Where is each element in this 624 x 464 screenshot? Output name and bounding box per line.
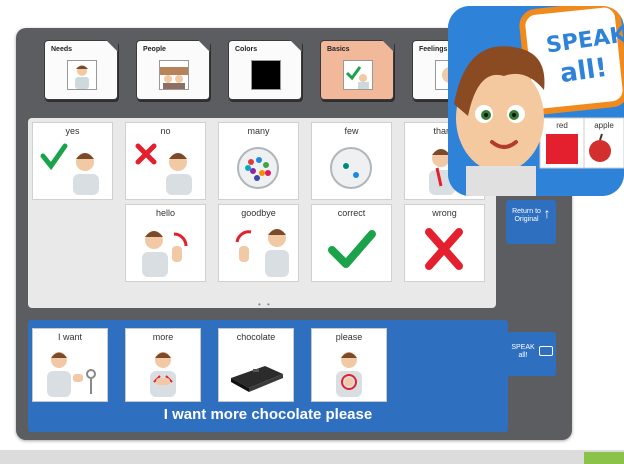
wave-person-icon	[142, 231, 188, 277]
folder-basics[interactable]: Basics	[320, 40, 394, 100]
check-icon	[328, 230, 376, 268]
want-person-icon	[47, 352, 96, 397]
logo-card-label-red: red	[556, 121, 568, 130]
folder-colors[interactable]: Colors	[228, 40, 302, 100]
people-icon	[159, 60, 189, 90]
symbol-many[interactable]: many	[218, 122, 299, 200]
speech-bubble-icon	[538, 346, 553, 356]
symbol-grid: yes no many few thank hello goodbye corr…	[28, 118, 496, 309]
folder-label: People	[143, 46, 166, 53]
sentence-strip[interactable]: I want more chocolate please I want more…	[28, 320, 508, 432]
cross-person-icon	[135, 143, 192, 195]
symbol-label: hello	[155, 208, 175, 218]
sentence-word-i-want[interactable]: I want	[32, 328, 108, 402]
symbol-label: chocolate	[236, 332, 276, 342]
symbol-label: many	[247, 126, 270, 136]
check-person-icon	[343, 60, 373, 90]
return-label: Return to Original	[512, 208, 541, 223]
symbol-wrong[interactable]: wrong	[404, 204, 485, 282]
symbol-label: please	[335, 332, 363, 342]
speak-all-button[interactable]: SPEAK all!	[506, 332, 556, 376]
check-person-icon	[40, 143, 99, 195]
bottom-bar	[0, 450, 624, 464]
symbol-no[interactable]: no	[125, 122, 206, 200]
symbol-label: wrong	[432, 208, 457, 218]
folder-needs[interactable]: Needs	[44, 40, 118, 100]
symbol-label: more	[152, 332, 174, 342]
black-square-icon	[251, 60, 281, 90]
person-icon	[67, 60, 97, 90]
chocolate-icon	[231, 366, 283, 392]
bottom-accent	[584, 452, 624, 464]
sentence-text: I want more chocolate please	[163, 406, 373, 423]
symbol-label: goodbye	[241, 208, 276, 218]
symbol-yes[interactable]: yes	[32, 122, 113, 200]
folder-people[interactable]: People	[136, 40, 210, 100]
more-person-icon	[150, 352, 176, 397]
symbol-hello[interactable]: hello	[125, 204, 206, 282]
symbol-label: correct	[337, 208, 366, 218]
sentence-word-more[interactable]: more	[125, 328, 201, 402]
goodbye-person-icon	[235, 229, 289, 277]
folder-label: Feelings	[419, 46, 448, 53]
symbol-label: no	[160, 126, 171, 136]
sentence-word-please[interactable]: please	[311, 328, 387, 402]
many-dots-icon	[237, 147, 279, 189]
speak-label: SPEAK all!	[511, 344, 535, 359]
speak-all-logo: SPEAK all! red apple	[448, 6, 624, 196]
return-to-original-button[interactable]: Return to Original ↑	[506, 200, 556, 244]
symbol-label: I want	[57, 332, 82, 342]
symbol-label: few	[344, 126, 359, 136]
cross-icon	[425, 228, 463, 270]
few-dots-icon	[330, 147, 372, 189]
symbol-goodbye[interactable]: goodbye	[218, 204, 299, 282]
sentence-word-chocolate[interactable]: chocolate	[218, 328, 294, 402]
folder-label: Basics	[327, 46, 350, 53]
please-person-icon	[336, 352, 362, 397]
page-indicator[interactable]: • •	[258, 300, 272, 309]
folder-label: Colors	[235, 46, 258, 53]
symbol-correct[interactable]: correct	[311, 204, 392, 282]
symbol-label: yes	[65, 126, 80, 136]
logo-card-label-apple: apple	[594, 121, 614, 130]
arrow-up-icon: ↑	[543, 205, 551, 221]
folder-label: Needs	[51, 46, 73, 53]
symbol-few[interactable]: few	[311, 122, 392, 200]
